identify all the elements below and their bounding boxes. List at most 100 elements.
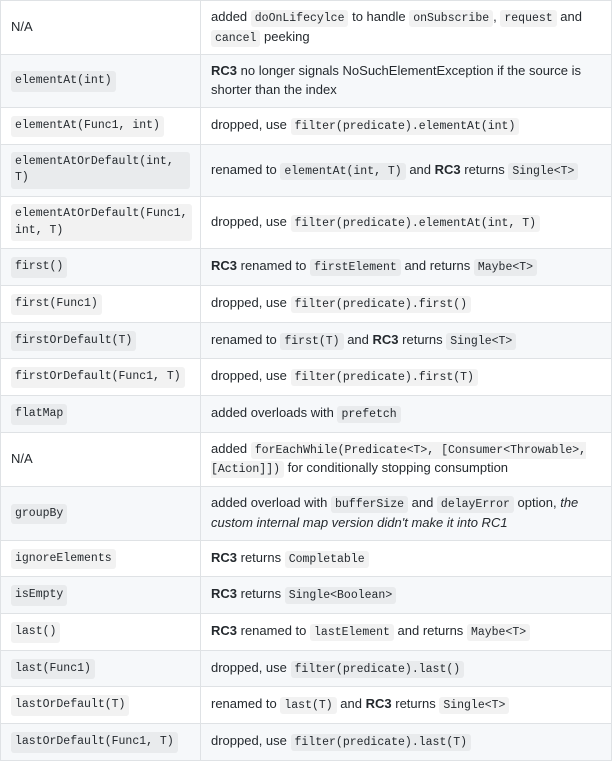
- code-token: first(): [11, 257, 67, 278]
- code-token: flatMap: [11, 404, 67, 425]
- code-token: filter(predicate).last(T): [291, 734, 472, 751]
- method-cell: firstOrDefault(T): [1, 322, 201, 359]
- code-token: filter(predicate).first(): [291, 296, 472, 313]
- description-cell: added forEachWhile(Predicate<T>, [Consum…: [201, 432, 612, 486]
- code-token: Single<Boolean>: [285, 587, 397, 604]
- code-token: last(): [11, 622, 60, 643]
- description-cell: dropped, use filter(predicate).first(T): [201, 359, 612, 396]
- method-cell: groupBy: [1, 487, 201, 541]
- method-cell: lastOrDefault(Func1, T): [1, 723, 201, 760]
- code-token: filter(predicate).first(T): [291, 369, 478, 386]
- bold-text: RC3: [211, 586, 237, 601]
- table-row: first(Func1) dropped, use filter(predicat…: [1, 286, 612, 323]
- method-cell: elementAtOrDefault(int, T): [1, 144, 201, 196]
- code-token: elementAt(Func1, int): [11, 116, 164, 137]
- method-cell: N/A: [1, 432, 201, 486]
- table-row: lastOrDefault(T) renamed to last(T) and R…: [1, 687, 612, 724]
- code-token: Single<T>: [439, 697, 509, 714]
- table-row: flatMap added overloads with prefetch: [1, 396, 612, 433]
- table-row: groupBy added overload with bufferSize an…: [1, 487, 612, 541]
- description-cell: dropped, use filter(predicate).elementAt…: [201, 108, 612, 145]
- method-cell: isEmpty: [1, 577, 201, 614]
- table-row: last(Func1) dropped, use filter(predicate…: [1, 650, 612, 687]
- bold-text: RC3: [211, 63, 237, 78]
- description-cell: renamed to elementAt(int, T) and RC3 ret…: [201, 144, 612, 196]
- code-token: firstOrDefault(Func1, T): [11, 367, 185, 388]
- code-token: firstElement: [310, 259, 401, 276]
- code-token: filter(predicate).last(): [291, 661, 465, 678]
- description-cell: RC3 renamed to firstElement and returns …: [201, 249, 612, 286]
- code-token: Completable: [285, 551, 369, 568]
- description-cell: RC3 no longer signals NoSuchElementExcep…: [201, 55, 612, 108]
- description-cell: RC3 returns Single<Boolean>: [201, 577, 612, 614]
- bold-text: RC3: [211, 258, 237, 273]
- description-cell: dropped, use filter(predicate).last(T): [201, 723, 612, 760]
- code-token: ignoreElements: [11, 549, 116, 570]
- description-cell: RC3 returns Completable: [201, 540, 612, 577]
- code-token: last(Func1): [11, 659, 95, 680]
- code-token: request: [500, 10, 556, 27]
- code-token: lastElement: [310, 624, 394, 641]
- table-row: lastOrDefault(Func1, T) dropped, use filt…: [1, 723, 612, 760]
- description-cell: dropped, use filter(predicate).first(): [201, 286, 612, 323]
- method-cell: N/A: [1, 1, 201, 55]
- bold-text: RC3: [366, 696, 392, 711]
- code-token: cancel: [211, 30, 260, 47]
- code-token: onSubscribe: [409, 10, 493, 27]
- method-cell: elementAt(Func1, int): [1, 108, 201, 145]
- description-cell: dropped, use filter(predicate).elementAt…: [201, 197, 612, 249]
- description-cell: RC3 renamed to lastElement and returns M…: [201, 613, 612, 650]
- table-row: N/Aadded forEachWhile(Predicate<T>, [Con…: [1, 432, 612, 486]
- method-cell: first(Func1): [1, 286, 201, 323]
- code-token: Single<T>: [446, 333, 516, 350]
- code-token: forEachWhile(Predicate<T>, [Consumer<Thr…: [211, 442, 586, 479]
- method-cell: flatMap: [1, 396, 201, 433]
- code-token: Single<T>: [508, 163, 578, 180]
- code-token: first(T): [280, 333, 343, 350]
- code-token: elementAt(int): [11, 71, 116, 92]
- description-cell: renamed to first(T) and RC3 returns Sing…: [201, 322, 612, 359]
- code-token: groupBy: [11, 504, 67, 525]
- table-row: elementAt(Func1, int) dropped, use filter…: [1, 108, 612, 145]
- table-row: elementAt(int) RC3 no longer signals NoSu…: [1, 55, 612, 108]
- code-token: prefetch: [337, 406, 400, 423]
- code-token: lastOrDefault(Func1, T): [11, 732, 178, 753]
- method-cell: elementAtOrDefault(Func1, int, T): [1, 197, 201, 249]
- description-cell: dropped, use filter(predicate).last(): [201, 650, 612, 687]
- description-cell: added doOnLifecylce to handle onSubscrib…: [201, 1, 612, 55]
- table-row: first() RC3 renamed to firstElement and r…: [1, 249, 612, 286]
- method-cell: last(): [1, 613, 201, 650]
- table-row: elementAtOrDefault(int, T) renamed to ele…: [1, 144, 612, 196]
- table-row: firstOrDefault(T)renamed to first(T) and…: [1, 322, 612, 359]
- table-row: ignoreElements RC3 returns Completable: [1, 540, 612, 577]
- description-cell: added overload with bufferSize and delay…: [201, 487, 612, 541]
- table-row: N/Aadded doOnLifecylce to handle onSubsc…: [1, 1, 612, 55]
- code-token: elementAtOrDefault(int, T): [11, 152, 190, 189]
- method-cell: lastOrDefault(T): [1, 687, 201, 724]
- code-token: elementAt(int, T): [280, 163, 405, 180]
- bold-text: RC3: [211, 550, 237, 565]
- bold-text: RC3: [435, 162, 461, 177]
- code-token: first(Func1): [11, 294, 102, 315]
- code-token: filter(predicate).elementAt(int, T): [291, 215, 541, 232]
- code-token: doOnLifecylce: [251, 10, 349, 27]
- table-row: isEmpty RC3 returns Single<Boolean>: [1, 577, 612, 614]
- method-cell: elementAt(int): [1, 55, 201, 108]
- method-cell: last(Func1): [1, 650, 201, 687]
- method-cell: first(): [1, 249, 201, 286]
- description-cell: renamed to last(T) and RC3 returns Singl…: [201, 687, 612, 724]
- api-changes-table: N/Aadded doOnLifecylce to handle onSubsc…: [0, 0, 612, 761]
- code-token: lastOrDefault(T): [11, 695, 129, 716]
- code-token: Maybe<T>: [467, 624, 530, 641]
- code-token: elementAtOrDefault(Func1, int, T): [11, 204, 192, 241]
- code-token: bufferSize: [331, 496, 408, 513]
- bold-text: RC3: [211, 623, 237, 638]
- table-row: last() RC3 renamed to lastElement and ret…: [1, 613, 612, 650]
- method-cell: ignoreElements: [1, 540, 201, 577]
- code-token: filter(predicate).elementAt(int): [291, 118, 520, 135]
- description-cell: added overloads with prefetch: [201, 396, 612, 433]
- table-row: firstOrDefault(Func1, T) dropped, use fil…: [1, 359, 612, 396]
- code-token: isEmpty: [11, 585, 67, 606]
- method-cell: firstOrDefault(Func1, T): [1, 359, 201, 396]
- table-row: elementAtOrDefault(Func1, int, T)dropped…: [1, 197, 612, 249]
